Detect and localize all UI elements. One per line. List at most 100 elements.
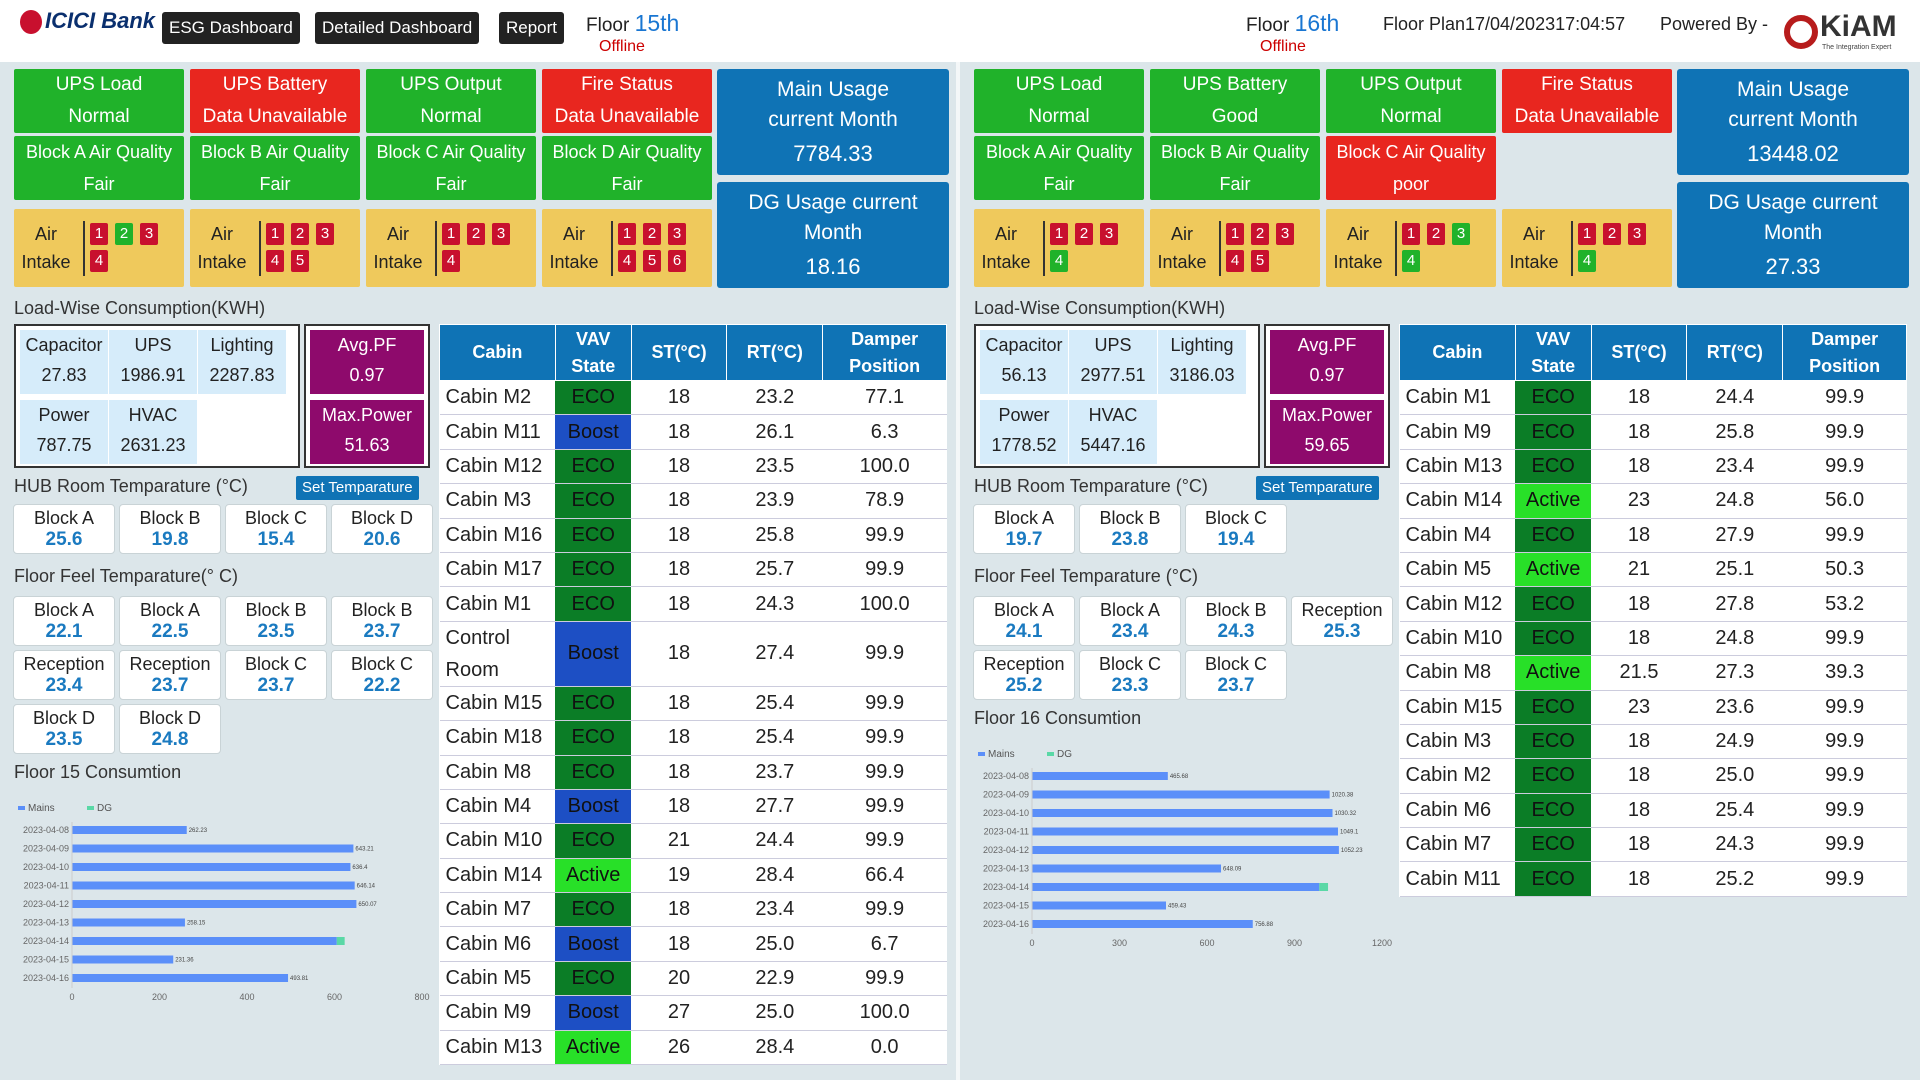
temp-name: Reception [983,654,1065,674]
supply-temp: 18 [631,755,727,790]
icici-logo-icon[interactable]: ICICI Bank [20,8,155,35]
return-temp: 23.5 [726,449,823,485]
temp-name: Block A [33,508,95,528]
hub-room-title: HUB Room Temparature (°C) [14,476,248,496]
legend-dg-swatch [87,806,94,810]
supply-temp: 19 [631,858,727,894]
main-usage-value: 7784.33 [793,141,873,166]
air-intake-unit: 1 [1578,223,1596,245]
set-temperature-button[interactable]: Set Temparature [296,476,419,500]
temp-name: Block B [351,600,413,620]
supply-temp: 18 [631,380,727,416]
max-power-title: Max.Power [321,405,413,425]
supply-temp: 18 [631,552,727,588]
max-power-title: Max.Power [1281,405,1373,425]
cabin-header-4: Damper Position [1782,324,1907,381]
air-intake-separator [1043,221,1045,276]
report-button[interactable]: Report [499,12,565,44]
return-temp: 27.8 [1686,586,1783,622]
temp-name: Block A [993,508,1055,528]
bar-value-label: 493.81 [290,976,309,982]
vav-state: ECO [555,961,632,997]
esg-dashboard-button[interactable]: ESG Dashboard [162,12,300,44]
air-quality-tile: Block A Air Quality Fair [14,136,184,200]
temp-value: 23.4 [45,675,83,696]
air-intake-units: 1 2 3 4 5 6 [618,223,712,277]
load-value: 2287.83 [209,365,275,385]
cabin-name: Cabin M15 [1399,690,1516,725]
temp-name: Block B [139,508,201,528]
air-intake-unit: 3 [1628,223,1646,245]
damper-position: 99.9 [1782,690,1907,725]
temp-value: 20.6 [363,529,401,550]
supply-temp: 18 [1591,380,1687,416]
air-intake-unit: 2 [467,223,485,245]
chart-x-tick: 800 [414,992,429,1002]
feel-temp-card: Block D 24.8 [119,704,221,754]
feel-temp-card: Block C 23.7 [225,650,327,700]
max-power: Max.Power 51.63 [310,400,424,464]
feel-temp-card: Block B 23.5 [225,596,327,646]
chart-category-label: 2023-04-14 [983,882,1029,892]
cabin-row: Cabin M15 ECO 23 23.6 99.9 [1399,690,1907,725]
floor-16-title: Floor 16th [1246,10,1339,37]
supply-temp: 18 [1591,724,1687,760]
cabin-table-body: Cabin M2 ECO 18 23.2 77.1 Cabin M11 Boost 18 26.… [439,380,947,1066]
detailed-dashboard-button[interactable]: Detailed Dashboard [315,12,480,44]
damper-position: 66.4 [822,858,947,894]
floor-15-status: Offline [599,38,645,55]
supply-temp: 18 [631,414,727,450]
air-intake-label: Air Intake [373,224,423,272]
air-quality-tile: Block C Air Quality poor [1326,136,1496,200]
cabin-header-4: Damper Position [822,324,947,381]
supply-temp: 18 [631,586,727,622]
dg-usage-card: DG Usage current Month 18.16 [717,182,949,288]
feel-temp-card: Block C 22.2 [331,650,433,700]
cabin-row: Cabin M13 ECO 18 23.4 99.9 [1399,449,1907,485]
supply-temp: 18 [631,892,727,928]
cabin-row: Cabin M10 ECO 21 24.4 99.9 [439,823,947,859]
supply-temp: 18 [631,789,727,825]
floor-label: Floor [1246,15,1290,36]
load-value: 1778.52 [991,435,1057,455]
cabin-table-body: Cabin M1 ECO 18 24.4 99.9 Cabin M9 ECO 18 25.8 99… [1399,380,1907,897]
load-wise-title: Load-Wise Consumption(KWH) [974,298,1226,318]
damper-position: 99.9 [1782,621,1907,657]
air-intake-label: Air Intake [1509,224,1559,272]
temp-name: Block B [1099,508,1161,528]
set-temperature-button[interactable]: Set Temparature [1256,476,1379,500]
vav-state: Boost [555,995,632,1031]
air-intake-tile: Air Intake 1 2 3 4 [366,209,536,287]
return-temp: 23.2 [726,380,823,416]
load-hvac: HVAC 2631.23 [109,400,197,464]
air-intake-unit: 2 [1603,223,1621,245]
floor-plan-link[interactable]: Floor Plan [1383,14,1465,35]
air-intake-unit: 3 [1276,223,1294,245]
cabin-name: Cabin M16 [439,518,556,553]
air-intake-unit: 3 [492,223,510,245]
cabin-name: Cabin M5 [1399,552,1516,588]
main-usage-title: Main Usage current Month [1728,78,1858,131]
temp-name: Block B [1205,600,1267,620]
bar-value-label: 459.43 [1168,904,1187,910]
air-quality-tile: Block B Air Quality Fair [1150,136,1320,200]
temp-name: Reception [23,654,105,674]
feel-temp-card: Block A 24.1 [973,596,1075,646]
feel-temp-card: Block A 22.1 [13,596,115,646]
feel-temp-card: Block C 23.7 [1185,650,1287,700]
load-wise-title: Load-Wise Consumption(KWH) [14,298,266,318]
cabin-name: Cabin M1 [439,586,556,622]
air-intake-tile: Air Intake 1 2 3 4 [14,209,184,287]
consumption-chart: Mains DG 2023-04-08 262.23 2023-04-09 643.21 2… [12,798,442,1008]
return-temp: 24.8 [1686,621,1783,657]
temp-value: 23.5 [45,729,83,750]
status-tile: UPS Load Normal [974,69,1144,133]
return-temp: 25.1 [1686,552,1783,588]
cabin-name: Cabin M8 [439,755,556,790]
damper-position: 6.3 [822,414,947,450]
supply-temp: 18 [1591,861,1687,897]
mains-bar [1032,790,1330,799]
status-tile: UPS Battery Good [1150,69,1320,133]
cabin-row: Cabin M4 Boost 18 27.7 99.9 [439,789,947,825]
legend-mains-swatch [978,752,985,756]
